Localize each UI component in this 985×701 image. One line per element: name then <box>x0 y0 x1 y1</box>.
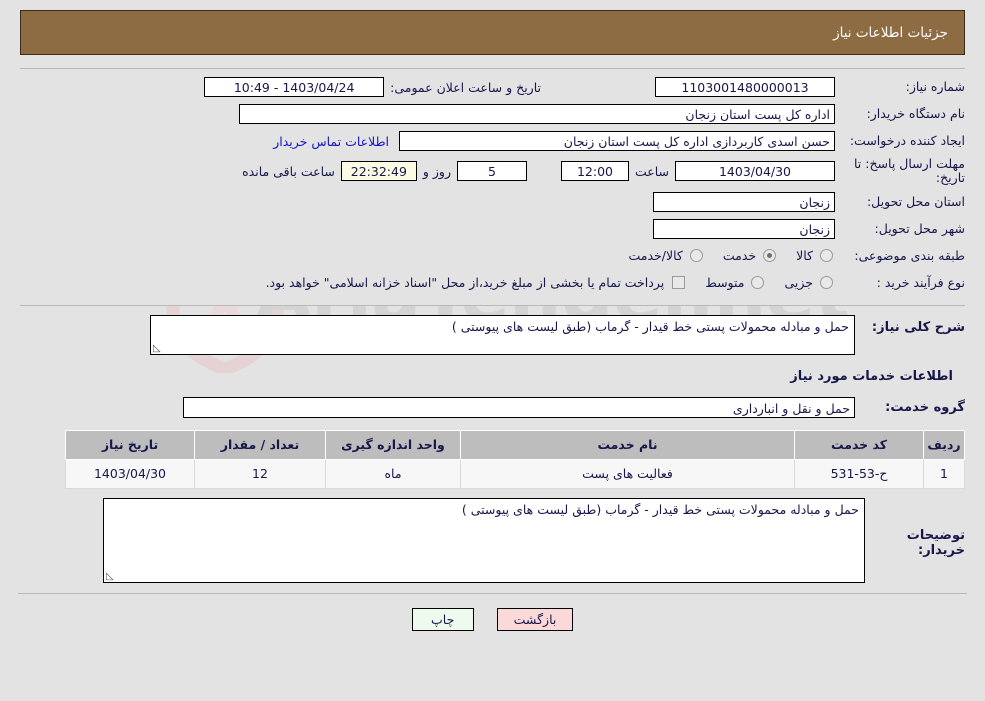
table-row: 1 ح-53-531 فعالیت های پست ماه 12 1403/04… <box>65 458 965 489</box>
radio-process-0-label: جزیی <box>784 275 813 291</box>
page-title-bar: جزئیات اطلاعات نیاز <box>20 10 965 55</box>
remaining-label: ساعت باقی مانده <box>242 163 335 179</box>
col-code: کد خدمت <box>794 429 924 460</box>
buyer-notes-label: توضیحات خریدار: <box>906 527 965 558</box>
footer-button-bar: بازگشت چاپ <box>0 607 985 631</box>
buyer-org-label: نام دستگاه خریدار: <box>866 106 965 122</box>
need-summary-section: شرح کلی نیاز: حمل و مبادله محمولات پستی … <box>20 314 965 418</box>
cell-date: 1403/04/30 <box>65 458 195 489</box>
col-index: ردیف <box>923 429 965 460</box>
creator-value: حسن اسدی کاربردازی اداره کل پست استان زن… <box>399 131 835 151</box>
deadline-time-value: 12:00 <box>560 161 629 182</box>
services-section-title: اطلاعات خدمات مورد نیاز <box>790 368 953 384</box>
deadline-label: مهلت ارسال پاسخ: تا تاریخ: <box>854 156 965 186</box>
col-quantity: تعداد / مقدار <box>194 429 326 460</box>
need-description-value: حمل و مبادله محمولات پستی خط قیدار - گرم… <box>451 318 849 334</box>
row-purchase-process: نوع فرآیند خرید : جزیی متوسط پرداخت تمام… <box>20 272 965 294</box>
need-description-textarea[interactable]: حمل و مبادله محمولات پستی خط قیدار - گرم… <box>150 314 855 355</box>
col-unit: واحد اندازه گیری <box>325 429 461 460</box>
table-header-row: ردیف کد خدمت نام خدمت واحد اندازه گیری ت… <box>65 429 965 460</box>
row-buyer-org: نام دستگاه خریدار: اداره کل پست استان زن… <box>20 103 965 125</box>
public-announce-label: تاریخ و ساعت اعلان عمومی: <box>390 79 541 95</box>
row-need-description: شرح کلی نیاز: حمل و مبادله محمولات پستی … <box>20 314 965 355</box>
radio-category-2-label: کالا/خدمت <box>628 248 683 264</box>
row-buyer-notes: توضیحات خریدار: حمل و مبادله محمولات پست… <box>20 497 965 583</box>
resize-grip-icon-2[interactable]: ◺ <box>106 571 116 582</box>
delivery-city-value: زنجان <box>653 218 835 239</box>
radio-category-0[interactable] <box>820 249 833 263</box>
need-number-label: شماره نیاز: <box>905 79 965 95</box>
row-service-group: گروه خدمت: حمل و نقل و انبارداری <box>20 396 965 418</box>
cell-unit: ماه <box>325 458 461 489</box>
print-button[interactable]: چاپ <box>411 607 474 631</box>
delivery-city-label: شهر محل تحویل: <box>874 220 965 236</box>
need-number-value: 1103001480000013 <box>655 77 835 97</box>
page-title: جزئیات اطلاعات نیاز <box>833 24 948 41</box>
hour-label: ساعت <box>634 163 669 179</box>
countdown-timer: 22:32:49 <box>340 161 417 182</box>
radio-category-2[interactable] <box>689 249 703 263</box>
cell-name: فعالیت های پست <box>460 458 795 489</box>
public-announce-value: 1403/04/24 - 10:49 <box>204 77 385 97</box>
buyer-org-value: اداره کل پست استان زنجان <box>239 104 835 124</box>
buyer-contact-link[interactable]: اطلاعات تماس خریدار <box>263 134 399 149</box>
col-date: تاریخ نیاز <box>65 429 195 460</box>
delivery-province-label: استان محل تحویل: <box>866 193 965 209</box>
purchase-process-label: نوع فرآیند خرید : <box>876 274 965 290</box>
need-info-panel: شماره نیاز: 1103001480000013 تاریخ و ساع… <box>20 68 965 306</box>
buyer-notes-value: حمل و مبادله محمولات پستی خط قیدار - گرم… <box>461 501 859 517</box>
delivery-province-value: زنجان <box>653 191 835 212</box>
col-name: نام خدمت <box>460 429 795 460</box>
row-deadline: مهلت ارسال پاسخ: تا تاریخ: 1403/04/30 سا… <box>20 156 965 186</box>
radio-process-1-label: متوسط <box>705 275 745 291</box>
service-group-label: گروه خدمت: <box>885 399 965 415</box>
radio-category-1-label: خدمت <box>722 248 757 264</box>
row-delivery-province: استان محل تحویل: زنجان <box>20 191 965 213</box>
category-label: طبقه بندی موضوعی: <box>854 247 965 263</box>
footer-divider <box>18 592 967 594</box>
buyer-notes-textarea[interactable]: حمل و مبادله محمولات پستی خط قیدار - گرم… <box>103 497 865 583</box>
days-remaining-value: 5 <box>456 161 527 182</box>
treasury-bond-checkbox[interactable] <box>672 276 686 290</box>
service-group-value: حمل و نقل و انبارداری <box>183 396 855 418</box>
radio-category-1[interactable] <box>763 249 777 263</box>
cell-index: 1 <box>923 458 965 489</box>
days-label: روز و <box>422 163 451 179</box>
row-category: طبقه بندی موضوعی: کالا خدمت کالا/خدمت <box>20 245 965 267</box>
resize-grip-icon[interactable]: ◺ <box>153 343 163 354</box>
row-creator: ایجاد کننده درخواست: حسن اسدی کاربردازی … <box>20 130 965 152</box>
deadline-date-value: 1403/04/30 <box>675 161 835 182</box>
radio-process-1[interactable] <box>751 276 765 290</box>
back-button[interactable]: بازگشت <box>496 607 574 631</box>
need-description-label: شرح کلی نیاز: <box>871 319 965 335</box>
treasury-bond-note: پرداخت تمام یا بخشی از مبلغ خرید،از محل … <box>265 275 665 291</box>
row-delivery-city: شهر محل تحویل: زنجان <box>20 218 965 240</box>
radio-process-0[interactable] <box>820 276 833 290</box>
creator-label: ایجاد کننده درخواست: <box>849 133 965 149</box>
cell-code: ح-53-531 <box>794 458 924 489</box>
cell-quantity: 12 <box>194 458 326 489</box>
radio-category-0-label: کالا <box>796 248 813 264</box>
row-need-number: شماره نیاز: 1103001480000013 تاریخ و ساع… <box>20 76 965 98</box>
services-table: ردیف کد خدمت نام خدمت واحد اندازه گیری ت… <box>65 429 965 489</box>
